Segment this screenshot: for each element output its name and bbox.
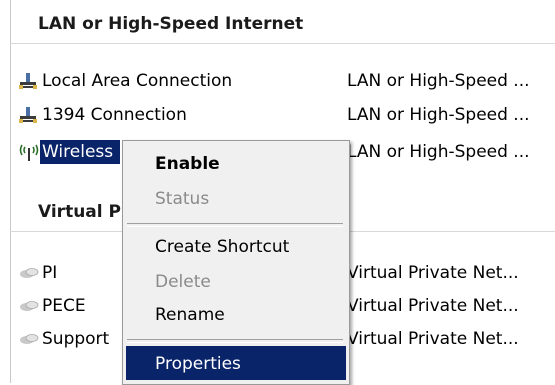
menu-item-enable[interactable]: Enable <box>155 154 220 174</box>
connection-name: 1394 Connection <box>42 105 187 125</box>
menu-item-properties[interactable]: Properties <box>155 354 241 374</box>
connection-name: Wireless Network Connection <box>40 140 120 164</box>
wireless-icon <box>19 144 39 161</box>
connection-type: Virtual Private Net... <box>347 263 519 283</box>
connection-type: LAN or High-Speed ... <box>347 105 530 125</box>
group-divider-lan <box>10 43 555 44</box>
connection-type: LAN or High-Speed ... <box>347 142 530 162</box>
vpn-icon <box>20 301 39 311</box>
context-menu: Enable Status Create Shortcut Delete Ren… <box>122 140 350 385</box>
left-border <box>10 0 11 383</box>
vpn-icon <box>20 268 39 278</box>
menu-separator <box>127 223 343 227</box>
connection-name: Support <box>42 329 110 349</box>
lan-icon <box>19 107 37 123</box>
vpn-icon <box>20 334 39 344</box>
connection-name: PI <box>42 263 58 283</box>
connection-type: LAN or High-Speed ... <box>347 71 530 91</box>
lan-icon <box>19 73 37 89</box>
connection-row-local-area[interactable]: Local Area Connection LAN or High-Speed … <box>18 69 555 93</box>
connection-name: Local Area Connection <box>42 71 233 91</box>
connection-name: PECE <box>42 296 86 316</box>
menu-separator <box>127 339 343 343</box>
connection-row-1394[interactable]: 1394 Connection LAN or High-Speed ... <box>18 103 555 127</box>
connection-type: Virtual Private Net... <box>347 329 519 349</box>
group-header-lan: LAN or High-Speed Internet <box>38 14 304 34</box>
connection-type: Virtual Private Net... <box>347 296 519 316</box>
menu-item-rename[interactable]: Rename <box>155 305 225 325</box>
menu-item-status[interactable]: Status <box>155 189 209 209</box>
menu-item-create-shortcut[interactable]: Create Shortcut <box>155 237 289 257</box>
menu-item-delete[interactable]: Delete <box>155 272 211 292</box>
